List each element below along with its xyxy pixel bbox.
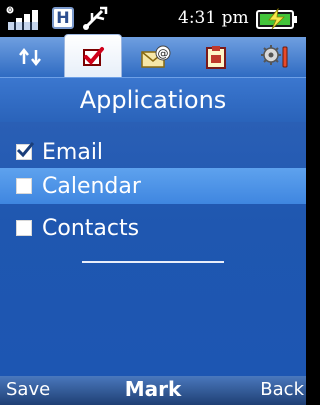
checkbox-tab-icon xyxy=(83,47,104,66)
battery-charging-icon xyxy=(256,8,297,30)
list-item-contacts[interactable]: Contacts xyxy=(0,210,306,246)
tab-applications[interactable] xyxy=(64,34,122,79)
list-item-email[interactable]: Email xyxy=(0,134,306,170)
svg-text:0: 0 xyxy=(8,7,12,14)
list-item-label: Calendar xyxy=(42,173,141,199)
checkmark-icon xyxy=(16,142,34,158)
checkbox-checked[interactable] xyxy=(16,142,34,160)
page-title: Applications xyxy=(79,86,227,114)
tab-email[interactable]: @ xyxy=(130,37,182,77)
email-at-icon: @ xyxy=(141,45,171,68)
sync-arrows-icon xyxy=(19,47,41,67)
list-divider xyxy=(82,261,224,263)
list-item-label: Email xyxy=(42,139,104,165)
softkey-bar: Save Mark Back xyxy=(0,376,306,405)
svg-text:@: @ xyxy=(158,47,169,60)
checkbox-unchecked[interactable] xyxy=(16,220,32,236)
tab-sync[interactable] xyxy=(6,37,56,77)
title-bar: Applications xyxy=(0,77,306,122)
signal-strength-icon: 0 xyxy=(6,6,38,30)
clipboard-icon xyxy=(206,46,226,69)
tab-calendar[interactable] xyxy=(190,37,242,77)
tab-bar: @ xyxy=(0,34,306,79)
network-type-badge: H xyxy=(52,7,74,29)
status-bar: 0 H 4:31 pm xyxy=(0,0,306,37)
tab-settings[interactable] xyxy=(250,37,302,77)
back-softkey[interactable]: Back xyxy=(260,379,304,400)
application-list: Email Calendar Contacts xyxy=(0,122,306,376)
list-item-calendar[interactable]: Calendar xyxy=(0,168,306,204)
list-item-label: Contacts xyxy=(42,215,140,241)
checkbox-unchecked[interactable] xyxy=(16,178,32,194)
clock-time: 4:31 pm xyxy=(178,8,249,28)
usb-connected-icon xyxy=(83,6,108,30)
gear-tools-icon xyxy=(261,45,288,68)
